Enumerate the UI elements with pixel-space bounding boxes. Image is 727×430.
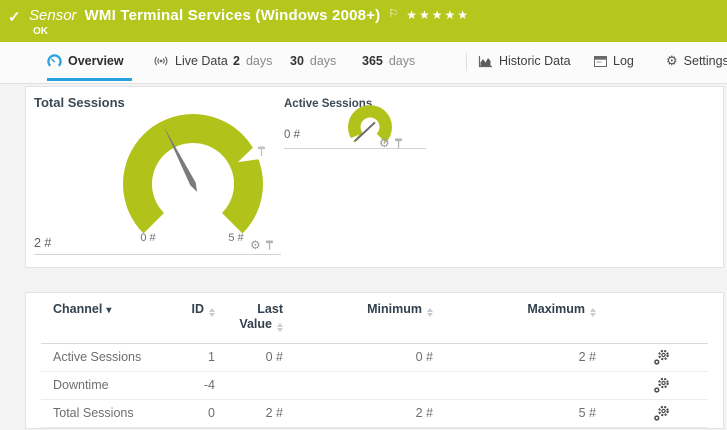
column-header-channel-label: Channel bbox=[53, 302, 103, 316]
sort-icon bbox=[277, 323, 283, 332]
channel-last-value: 2 # bbox=[265, 406, 283, 420]
gauge-gear-icon[interactable]: ⚙ bbox=[379, 137, 390, 149]
area-chart-icon bbox=[478, 55, 492, 67]
live-signal-icon bbox=[154, 56, 168, 66]
total-gauge-controls: ⚙ bbox=[250, 239, 274, 251]
column-header-last-label: Last bbox=[257, 302, 283, 316]
flag-icon[interactable]: ⚐ bbox=[388, 7, 398, 20]
channel-name: Downtime bbox=[53, 378, 109, 392]
gauge-icon bbox=[47, 53, 62, 67]
channel-settings-icon[interactable] bbox=[653, 349, 670, 369]
sensor-title-row: Sensor WMI Terminal Services (Windows 20… bbox=[29, 7, 470, 24]
column-header-last-value[interactable]: Last Value bbox=[203, 302, 283, 332]
tab-log-label: Log bbox=[613, 54, 634, 68]
channel-id: -4 bbox=[203, 378, 215, 392]
tab-live-data[interactable]: Live Data bbox=[153, 42, 228, 80]
priority-stars[interactable]: ★★★★★ bbox=[406, 8, 470, 22]
channel-name: Active Sessions bbox=[53, 350, 142, 364]
column-header-maximum[interactable]: Maximum bbox=[466, 302, 596, 317]
column-header-minimum-label: Minimum bbox=[367, 302, 422, 316]
table-row[interactable]: Downtime -4 bbox=[41, 371, 708, 400]
gear-icon: ⚙ bbox=[666, 53, 678, 68]
tab-log[interactable]: Log bbox=[594, 42, 634, 80]
total-sessions-gauge-title: Total Sessions bbox=[34, 95, 125, 110]
gauge-scale-min-label: 0 # bbox=[140, 232, 156, 244]
tab-historic-data-label: Historic Data bbox=[499, 54, 571, 68]
sort-icon bbox=[590, 308, 596, 317]
tab-bar: Overview Live Data 2 days 30 days 365 da… bbox=[0, 42, 727, 84]
table-row[interactable]: Total Sessions 0 2 # 2 # 5 # bbox=[41, 399, 708, 428]
active-gauge-controls: ⚙ bbox=[379, 137, 403, 149]
tab-2-days-number: 2 bbox=[233, 54, 240, 68]
gauge-marker-pin-icon[interactable] bbox=[257, 146, 266, 157]
prtg-sensor-page: ✓ Sensor WMI Terminal Services (Windows … bbox=[0, 0, 727, 430]
tab-365-days[interactable]: 365 days bbox=[362, 42, 415, 80]
tab-30-days-unit: days bbox=[309, 54, 337, 68]
sort-icon bbox=[427, 308, 433, 317]
channels-table-panel: Channel ▾ ID Last Value Minimum Maximum A… bbox=[25, 292, 724, 429]
sensor-title: WMI Terminal Services (Windows 2008+) bbox=[84, 7, 381, 24]
gauge-gear-icon[interactable]: ⚙ bbox=[250, 239, 261, 251]
tab-2-days[interactable]: 2 days bbox=[233, 42, 272, 80]
tab-settings[interactable]: ⚙ Settings bbox=[666, 42, 727, 80]
channel-settings-icon[interactable] bbox=[653, 405, 670, 425]
log-window-icon bbox=[594, 55, 607, 67]
caret-down-icon: ▾ bbox=[106, 305, 112, 316]
channel-settings-icon[interactable] bbox=[653, 377, 670, 397]
channel-last-value: 0 # bbox=[265, 350, 283, 364]
tab-30-days-number: 30 bbox=[290, 54, 304, 68]
tab-365-days-number: 365 bbox=[362, 54, 383, 68]
tab-365-days-unit: days bbox=[388, 54, 416, 68]
channel-maximum: 5 # bbox=[578, 406, 596, 420]
channel-minimum: 0 # bbox=[415, 350, 433, 364]
table-row[interactable]: Active Sessions 1 0 # 0 # 2 # bbox=[41, 343, 708, 372]
status-ok-check-icon: ✓ bbox=[8, 9, 21, 26]
tab-2-days-unit: days bbox=[245, 54, 273, 68]
sensor-type-label: Sensor bbox=[29, 7, 77, 24]
gauge-scale-max-label: 5 # bbox=[228, 232, 244, 244]
column-header-value-label: Value bbox=[239, 317, 272, 331]
total-sessions-value: 2 # bbox=[34, 236, 52, 250]
gauge-pin-icon[interactable] bbox=[265, 240, 274, 251]
column-header-maximum-label: Maximum bbox=[527, 302, 585, 316]
channel-name: Total Sessions bbox=[53, 406, 134, 420]
table-header-row: Channel ▾ ID Last Value Minimum Maximum bbox=[41, 293, 708, 344]
gauge-pin-icon[interactable] bbox=[394, 138, 403, 149]
active-sessions-value: 0 # bbox=[284, 129, 300, 141]
tab-overview[interactable]: Overview bbox=[47, 42, 124, 80]
sensor-status-badge: OK bbox=[33, 26, 48, 37]
divider bbox=[34, 254, 281, 255]
column-header-minimum[interactable]: Minimum bbox=[321, 302, 433, 317]
tab-separator bbox=[466, 53, 467, 71]
tab-live-data-label: Live Data bbox=[175, 54, 228, 68]
channel-minimum: 2 # bbox=[415, 406, 433, 420]
tab-historic-data[interactable]: Historic Data bbox=[478, 42, 571, 80]
gauges-panel: Total Sessions 0 # 5 # 2 # ⚙ Active Sess… bbox=[25, 86, 724, 268]
active-tab-indicator bbox=[47, 78, 132, 81]
tab-30-days[interactable]: 30 days bbox=[290, 42, 336, 80]
column-header-channel[interactable]: Channel ▾ bbox=[53, 302, 111, 318]
channel-maximum: 2 # bbox=[578, 350, 596, 364]
tab-overview-label: Overview bbox=[68, 54, 124, 68]
tab-settings-label: Settings bbox=[683, 54, 727, 68]
sensor-status-header: ✓ Sensor WMI Terminal Services (Windows … bbox=[0, 0, 727, 42]
divider bbox=[284, 148, 426, 149]
